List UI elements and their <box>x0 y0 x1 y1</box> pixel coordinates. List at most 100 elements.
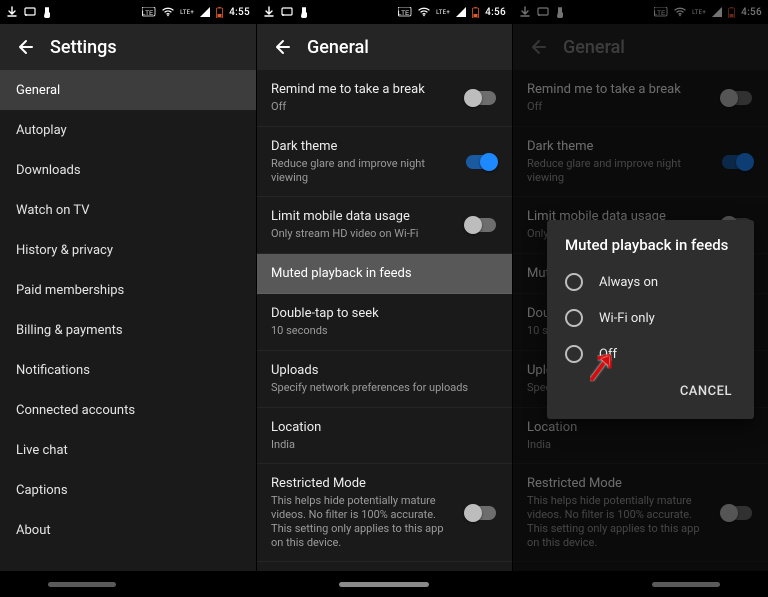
hand-icon <box>555 6 565 18</box>
row-title: Location <box>271 420 321 435</box>
row-restricted: Restricted ModeThis helps hide potential… <box>513 464 768 562</box>
lte-label: LTE+ <box>436 9 450 16</box>
settings-menu: General Autoplay Downloads Watch on TV H… <box>0 70 256 550</box>
cast-icon <box>281 7 293 17</box>
download-icon <box>6 6 18 18</box>
menu-item-general[interactable]: General <box>0 70 256 110</box>
toggle-remind[interactable] <box>466 91 496 105</box>
clock: 4:56 <box>741 7 762 18</box>
row-remind-break: Remind me to take a break Off <box>513 70 768 127</box>
row-remind-break[interactable]: Remind me to take a break Off <box>257 70 512 127</box>
battery-icon <box>216 7 223 18</box>
row-title: Dark theme <box>527 139 714 154</box>
app-bar: General <box>513 24 768 70</box>
row-location[interactable]: LocationIndia <box>257 408 512 465</box>
lte-label: LTE+ <box>692 9 706 16</box>
toggle-restricted <box>722 506 752 520</box>
wifi-icon <box>674 7 686 17</box>
hand-icon <box>299 6 309 18</box>
menu-item-billing[interactable]: Billing & payments <box>0 310 256 350</box>
option-always-on[interactable]: Always on <box>553 264 748 300</box>
dialog-title: Muted playback in feeds <box>553 236 748 264</box>
row-title: Location <box>527 420 577 435</box>
row-restricted[interactable]: Restricted Mode This helps hide potential… <box>257 464 512 562</box>
muted-playback-dialog: Muted playback in feeds Always on Wi-Fi … <box>547 220 754 419</box>
cancel-button[interactable]: CANCEL <box>674 376 738 407</box>
clock: 4:56 <box>485 7 506 18</box>
option-off[interactable]: Off <box>553 336 748 372</box>
row-sub: This helps hide potentially mature video… <box>271 494 458 549</box>
row-title: Restricted Mode <box>271 476 458 491</box>
menu-label: Live chat <box>16 443 68 458</box>
signal-icon <box>200 7 210 17</box>
row-sub: Specify network preferences for uploads <box>271 381 468 395</box>
menu-item-notifications[interactable]: Notifications <box>0 350 256 390</box>
status-bar: LTE LTE+ 4:55 <box>0 0 256 24</box>
back-icon[interactable] <box>269 35 293 59</box>
download-icon <box>263 6 275 18</box>
hand-icon <box>42 6 52 18</box>
menu-label: Connected accounts <box>16 403 135 418</box>
menu-item-autoplay[interactable]: Autoplay <box>0 110 256 150</box>
volte-icon: LTE <box>654 7 668 17</box>
page-title: General <box>563 37 625 58</box>
menu-label: History & privacy <box>16 243 113 258</box>
toggle-limit[interactable] <box>466 218 496 232</box>
menu-label: Captions <box>16 483 68 498</box>
row-title: Remind me to take a break <box>527 82 681 97</box>
page-title: General <box>307 37 369 58</box>
row-title: Dark theme <box>271 139 458 154</box>
option-wifi-only[interactable]: Wi-Fi only <box>553 300 748 336</box>
menu-item-history[interactable]: History & privacy <box>0 230 256 270</box>
row-muted-playback[interactable]: Muted playback in feeds <box>257 254 512 294</box>
screen-settings: LTE LTE+ 4:55 Settings General Autoplay … <box>0 0 256 597</box>
row-title: Muted playback in feeds <box>271 266 412 281</box>
row-uploads[interactable]: Uploads Specify network preferences for u… <box>257 351 512 408</box>
back-icon[interactable] <box>12 35 36 59</box>
status-bar: LTE LTE+ 4:56 <box>257 0 512 24</box>
menu-item-about[interactable]: About <box>0 510 256 550</box>
row-title: Uploads <box>271 363 468 378</box>
row-sub: Off <box>271 100 425 114</box>
menu-label: About <box>16 523 51 538</box>
row-sub: Reduce glare and improve night viewing <box>527 157 714 185</box>
signal-icon <box>712 7 722 17</box>
row-title: Restricted Mode <box>527 476 714 491</box>
menu-label: Autoplay <box>16 123 67 138</box>
clock: 4:55 <box>229 7 250 18</box>
radio-icon <box>565 309 583 327</box>
status-bar: LTE LTE+ 4:56 <box>513 0 768 24</box>
cast-icon <box>24 7 36 17</box>
wifi-icon <box>162 7 174 17</box>
back-icon[interactable] <box>525 35 549 59</box>
menu-item-captions[interactable]: Captions <box>0 470 256 510</box>
row-title: Limit mobile data usage <box>271 209 419 224</box>
toggle-remind <box>722 91 752 105</box>
menu-item-downloads[interactable]: Downloads <box>0 150 256 190</box>
toggle-dark[interactable] <box>466 155 496 169</box>
row-limit-data[interactable]: Limit mobile data usage Only stream HD vi… <box>257 197 512 254</box>
row-sub: India <box>527 438 577 452</box>
menu-item-connected-accounts[interactable]: Connected accounts <box>0 390 256 430</box>
menu-item-paid-memberships[interactable]: Paid memberships <box>0 270 256 310</box>
menu-item-watch-on-tv[interactable]: Watch on TV <box>0 190 256 230</box>
row-double-tap[interactable]: Double-tap to seek10 seconds <box>257 294 512 351</box>
volte-icon: LTE <box>142 7 156 17</box>
nav-pill-left[interactable] <box>48 582 116 587</box>
nav-pill-right[interactable] <box>652 582 720 587</box>
toggle-restricted[interactable] <box>466 506 496 520</box>
nav-pill-home[interactable] <box>339 582 429 587</box>
menu-label: General <box>16 83 60 98</box>
volte-icon: LTE <box>398 7 412 17</box>
menu-label: Notifications <box>16 363 90 378</box>
row-sub: Only stream HD video on Wi-Fi <box>271 227 419 241</box>
signal-icon <box>456 7 466 17</box>
row-dark-theme[interactable]: Dark themeReduce glare and improve night… <box>257 127 512 198</box>
menu-item-live-chat[interactable]: Live chat <box>0 430 256 470</box>
menu-label: Watch on TV <box>16 203 90 218</box>
toggle-dark <box>722 155 752 169</box>
option-label: Off <box>599 347 617 362</box>
row-sub: Off <box>527 100 681 114</box>
row-title: Remind me to take a break <box>271 82 425 97</box>
screen-general-dialog: LTE LTE+ 4:56 General Remind me to take … <box>512 0 768 597</box>
